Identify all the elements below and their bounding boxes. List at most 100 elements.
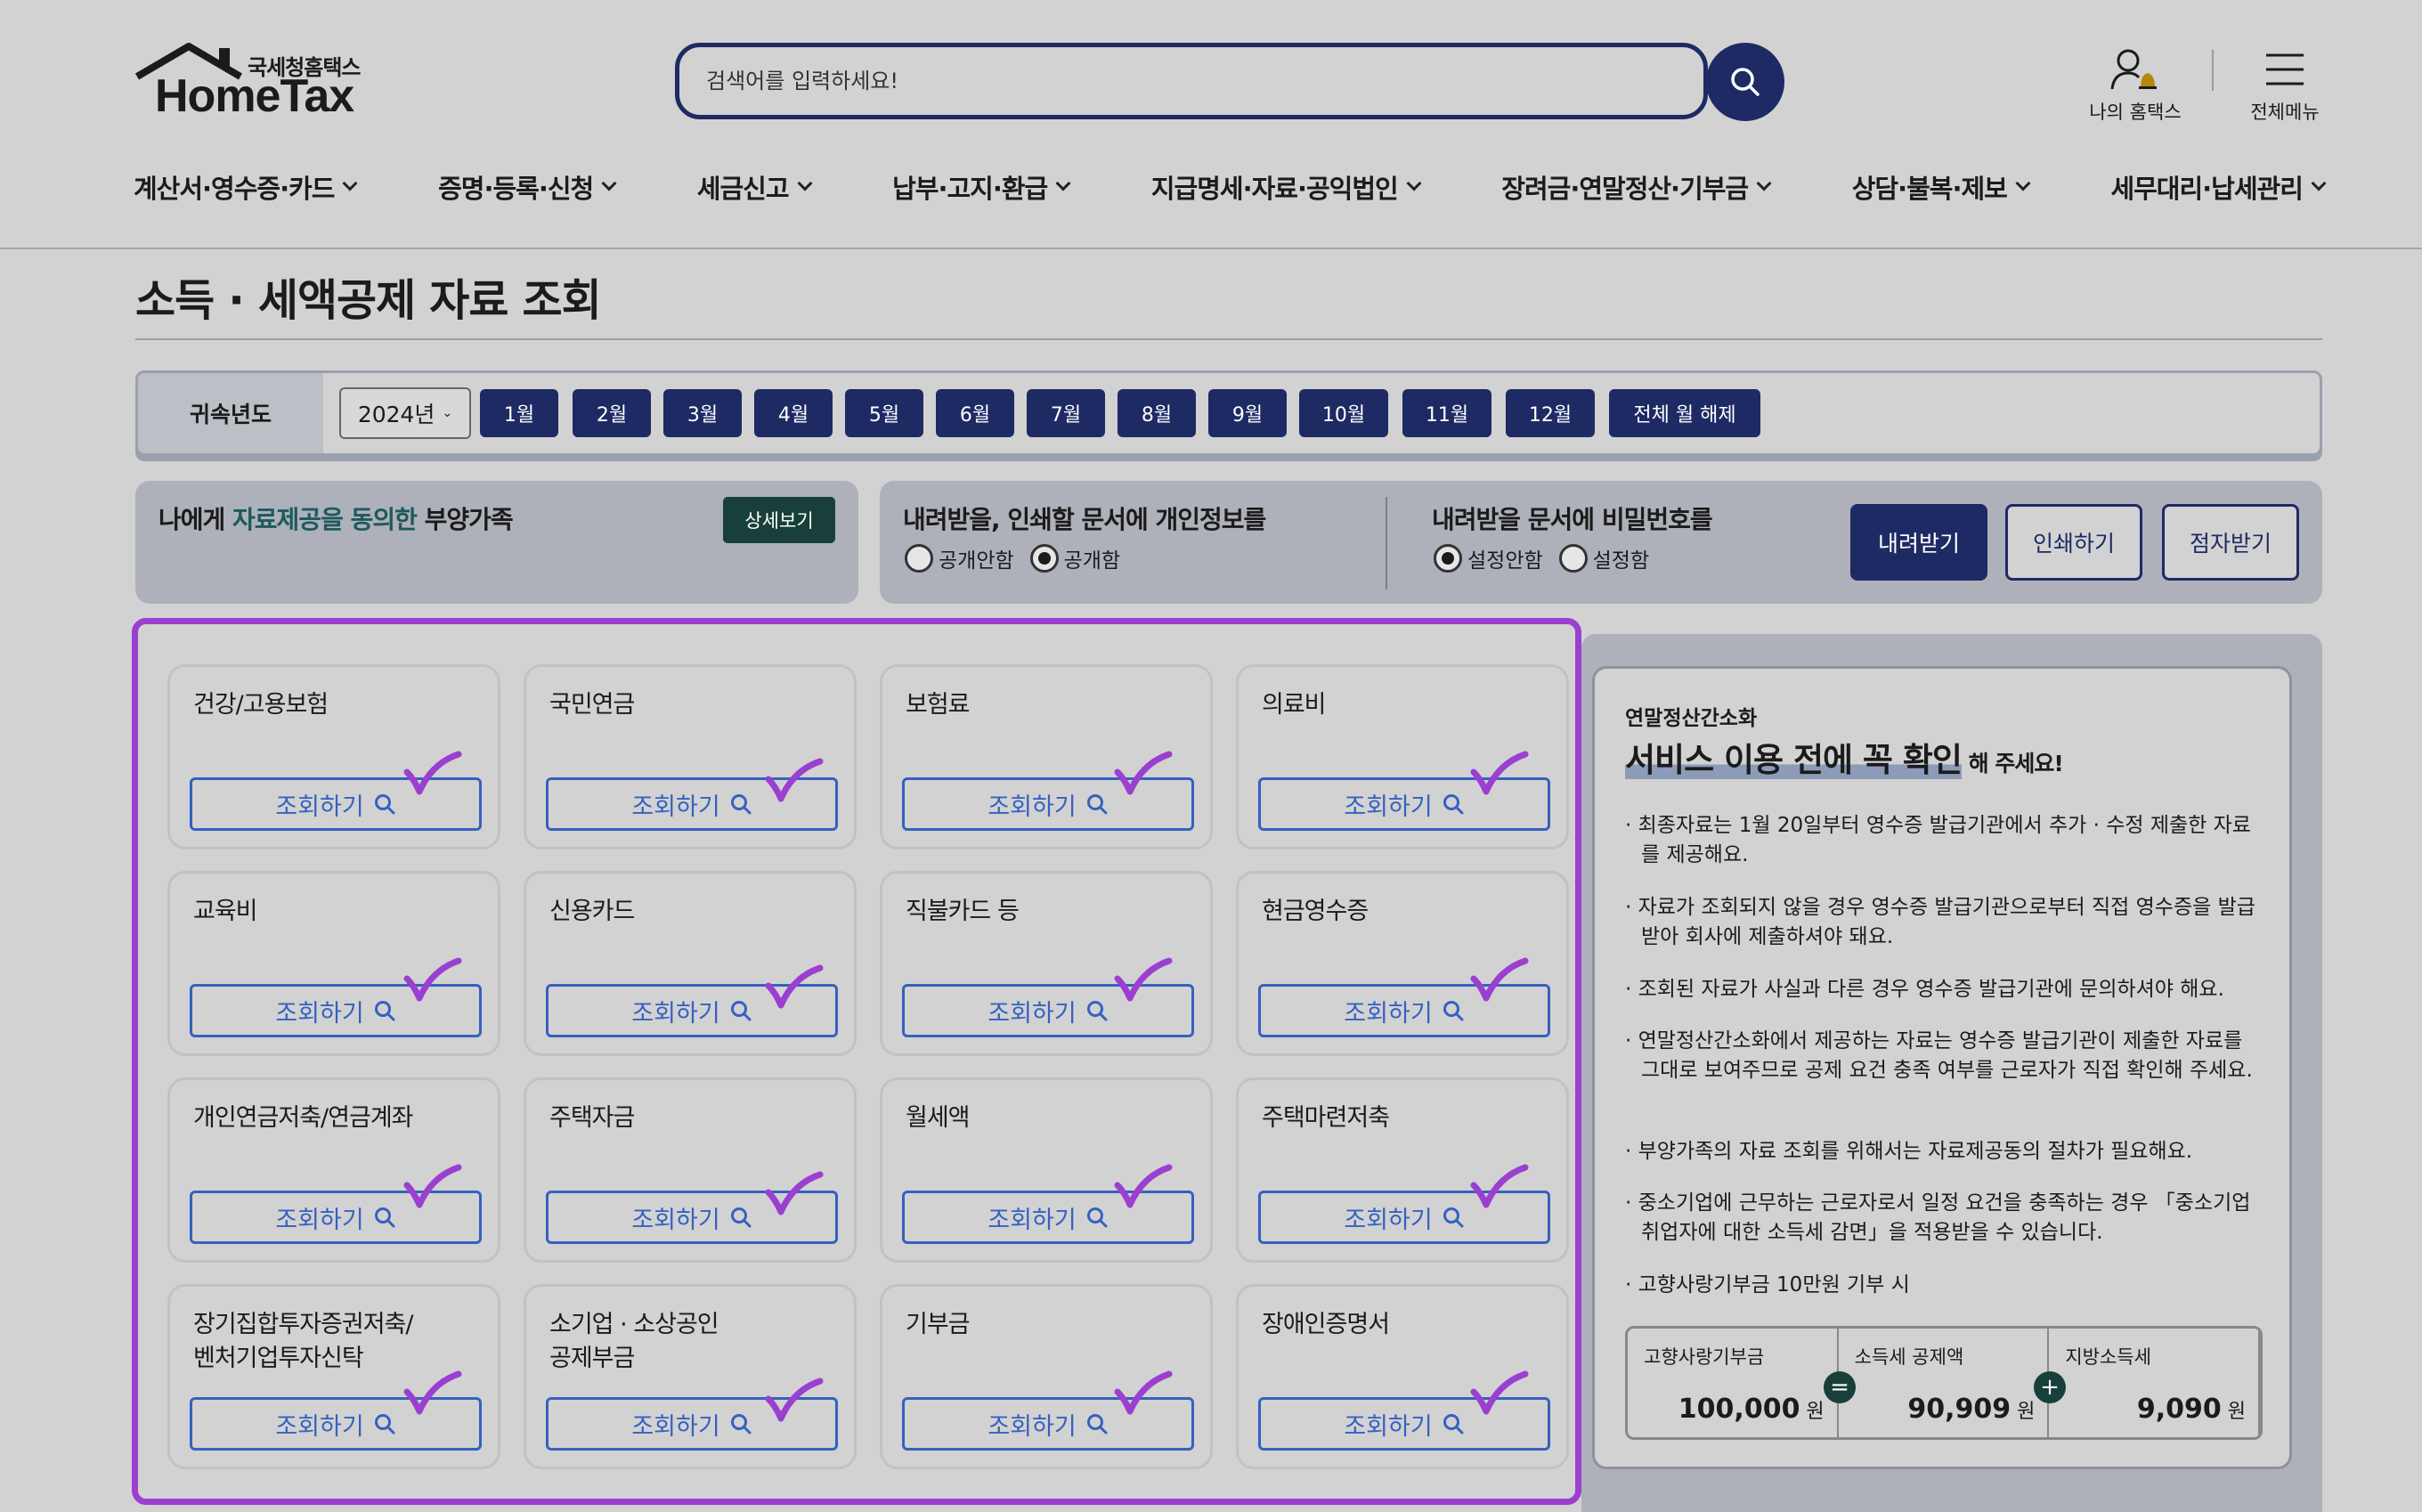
month-button-9[interactable]: 9월 (1208, 389, 1287, 437)
header-divider-line (0, 248, 2422, 249)
nav-item-payment[interactable]: 납부·고지·환급 (892, 169, 1071, 205)
nav-item-tax-filing[interactable]: 세금신고 (696, 169, 813, 205)
my-hometax-button[interactable]: 나의 홈택스 (2082, 41, 2189, 125)
query-label: 조회하기 (275, 1206, 364, 1234)
query-button[interactable]: 조회하기 (1258, 1397, 1550, 1451)
query-button[interactable]: 조회하기 (546, 777, 838, 831)
query-button[interactable]: 조회하기 (190, 1191, 482, 1244)
clear-months-button[interactable]: 전체 월 해제 (1609, 389, 1760, 437)
nav-label: 증명·등록·신청 (438, 174, 594, 204)
month-button-4[interactable]: 4월 (754, 389, 833, 437)
query-button[interactable]: 조회하기 (902, 777, 1194, 831)
card-title: 의료비 (1262, 691, 1327, 719)
cell-label: 고향사랑기부금 (1644, 1346, 1765, 1368)
month-button-7[interactable]: 7월 (1027, 389, 1105, 437)
radio-no-password[interactable]: 설정안함 (1434, 543, 1543, 573)
month-button-10[interactable]: 10월 (1299, 389, 1388, 437)
radio-circle (1558, 544, 1588, 573)
print-button[interactable]: 인쇄하기 (2005, 504, 2142, 581)
search-input[interactable] (706, 47, 1597, 115)
hometax-logo[interactable]: 국세청홈택스 HomeTax (134, 41, 374, 123)
search-icon (730, 1001, 752, 1021)
search-icon (1086, 1001, 1108, 1021)
braille-button[interactable]: 점자받기 (2162, 504, 2299, 581)
chevron-down-icon (601, 175, 617, 191)
month-button-2[interactable]: 2월 (573, 389, 651, 437)
consent-text: 나에게 자료제공을 동의한 부양가족 (158, 500, 514, 536)
month-button-1[interactable]: 1월 (480, 389, 558, 437)
query-button[interactable]: 조회하기 (1258, 1191, 1550, 1244)
month-button-5[interactable]: 5월 (845, 389, 923, 437)
nav-label: 세무대리·납세관리 (2110, 174, 2303, 204)
search-icon (1086, 1207, 1108, 1228)
query-button[interactable]: 조회하기 (1258, 984, 1550, 1037)
nav-label: 상담·불복·제보 (1851, 174, 2008, 204)
nav-item-year-end[interactable]: 장려금·연말정산·기부금 (1501, 169, 1772, 205)
search-button[interactable] (1706, 43, 1784, 121)
chevron-down-icon (342, 175, 358, 191)
nav-item-statements[interactable]: 지급명세·자료·공익법인 (1151, 169, 1422, 205)
query-button[interactable]: 조회하기 (546, 1397, 838, 1451)
local-tax-cell: 지방소득세 9,090 원 (2049, 1329, 2261, 1437)
month-button-3[interactable]: 3월 (663, 389, 742, 437)
year-select[interactable]: 2024년 ⌄ (339, 387, 471, 439)
nav-label: 계산서·영수증·카드 (134, 174, 335, 204)
search-box (675, 43, 1708, 119)
password-title: 내려받을 문서에 비밀번호를 (1432, 505, 1713, 534)
query-button[interactable]: 조회하기 (1258, 777, 1550, 831)
radio-label: 공개함 (1063, 549, 1121, 573)
query-button[interactable]: 조회하기 (546, 984, 838, 1037)
query-label: 조회하기 (1344, 793, 1433, 821)
download-button[interactable]: 내려받기 (1850, 504, 1987, 581)
notice-bullet: · 고향사랑기부금 10만원 기부 시 (1625, 1273, 1910, 1297)
radio-circle-selected (1029, 544, 1059, 573)
chevron-down-icon (1406, 175, 1422, 191)
all-menu-button[interactable]: 전체메뉴 (2231, 41, 2338, 125)
month-button-8[interactable]: 8월 (1118, 389, 1196, 437)
search-icon (1443, 1001, 1464, 1021)
nav-item-certificate[interactable]: 증명·등록·신청 (438, 169, 617, 205)
search-icon (1731, 68, 1760, 96)
radio-show-personal-info[interactable]: 공개함 (1029, 543, 1121, 573)
personal-info-title: 내려받을, 인쇄할 문서에 개인정보를 (903, 505, 1266, 534)
notice-bullet: · 조회된 자료가 사실과 다른 경우 영수증 발급기관에 문의하셔야 해요. (1625, 978, 2224, 1001)
month-button-11[interactable]: 11월 (1402, 389, 1491, 437)
card-title: 장기집합투자증권저축/ 벤처기업투자신탁 (193, 1311, 413, 1372)
card-title: 장애인증명서 (1262, 1311, 1390, 1338)
query-button[interactable]: 조회하기 (546, 1191, 838, 1244)
query-button[interactable]: 조회하기 (902, 984, 1194, 1037)
cell-amount: 9,090 (2136, 1394, 2222, 1425)
month-button-12[interactable]: 12월 (1506, 389, 1595, 437)
card-title: 교육비 (193, 898, 258, 925)
notice-bullet: · 중소기업에 근무하는 근로자로서 일정 요건을 충족하는 경우 「중소기업 … (1625, 1191, 2251, 1244)
query-label: 조회하기 (1344, 999, 1433, 1028)
detail-view-button[interactable]: 상세보기 (723, 497, 835, 543)
card-title: 기부금 (906, 1311, 971, 1338)
query-button[interactable]: 조회하기 (190, 984, 482, 1037)
nav-item-invoice[interactable]: 계산서·영수증·카드 (134, 169, 358, 205)
notice-kicker: 연말정산간소화 (1625, 707, 1758, 730)
notice-bullet: · 연말정산간소화에서 제공하는 자료는 영수증 발급기관이 제출한 자료를 그… (1625, 1029, 2253, 1082)
query-button[interactable]: 조회하기 (902, 1397, 1194, 1451)
card-title: 건강/고용보험 (193, 691, 329, 719)
cell-label: 지방소득세 (2065, 1346, 2151, 1368)
radio-hide-personal-info[interactable]: 공개안함 (905, 543, 1014, 573)
deduction-card: 장기집합투자증권저축/ 벤처기업투자신탁조회하기 (167, 1284, 500, 1469)
cell-value: 9,090 원 (2137, 1394, 2246, 1425)
nav-label: 세금신고 (696, 174, 790, 204)
month-button-6[interactable]: 6월 (936, 389, 1014, 437)
radio-label: 설정안함 (1467, 549, 1543, 573)
query-button[interactable]: 조회하기 (190, 777, 482, 831)
deduction-card: 주택자금 조회하기 (524, 1077, 857, 1263)
query-button[interactable]: 조회하기 (190, 1397, 482, 1451)
nav-item-agent[interactable]: 세무대리·납세관리 (2110, 169, 2327, 205)
notice-bullet: · 부양가족의 자료 조회를 위해서는 자료제공동의 절차가 필요해요. (1625, 1140, 2193, 1163)
card-title: 국민연금 (549, 691, 635, 719)
query-button[interactable]: 조회하기 (902, 1191, 1194, 1244)
search-icon (1443, 794, 1464, 815)
deduction-card: 신용카드 조회하기 (524, 871, 857, 1056)
deduction-card: 교육비조회하기 (167, 871, 500, 1056)
nav-item-consult[interactable]: 상담·불복·제보 (1851, 169, 2031, 205)
deduction-card: 건강/고용보험조회하기 (167, 664, 500, 849)
radio-set-password[interactable]: 설정함 (1558, 543, 1649, 573)
